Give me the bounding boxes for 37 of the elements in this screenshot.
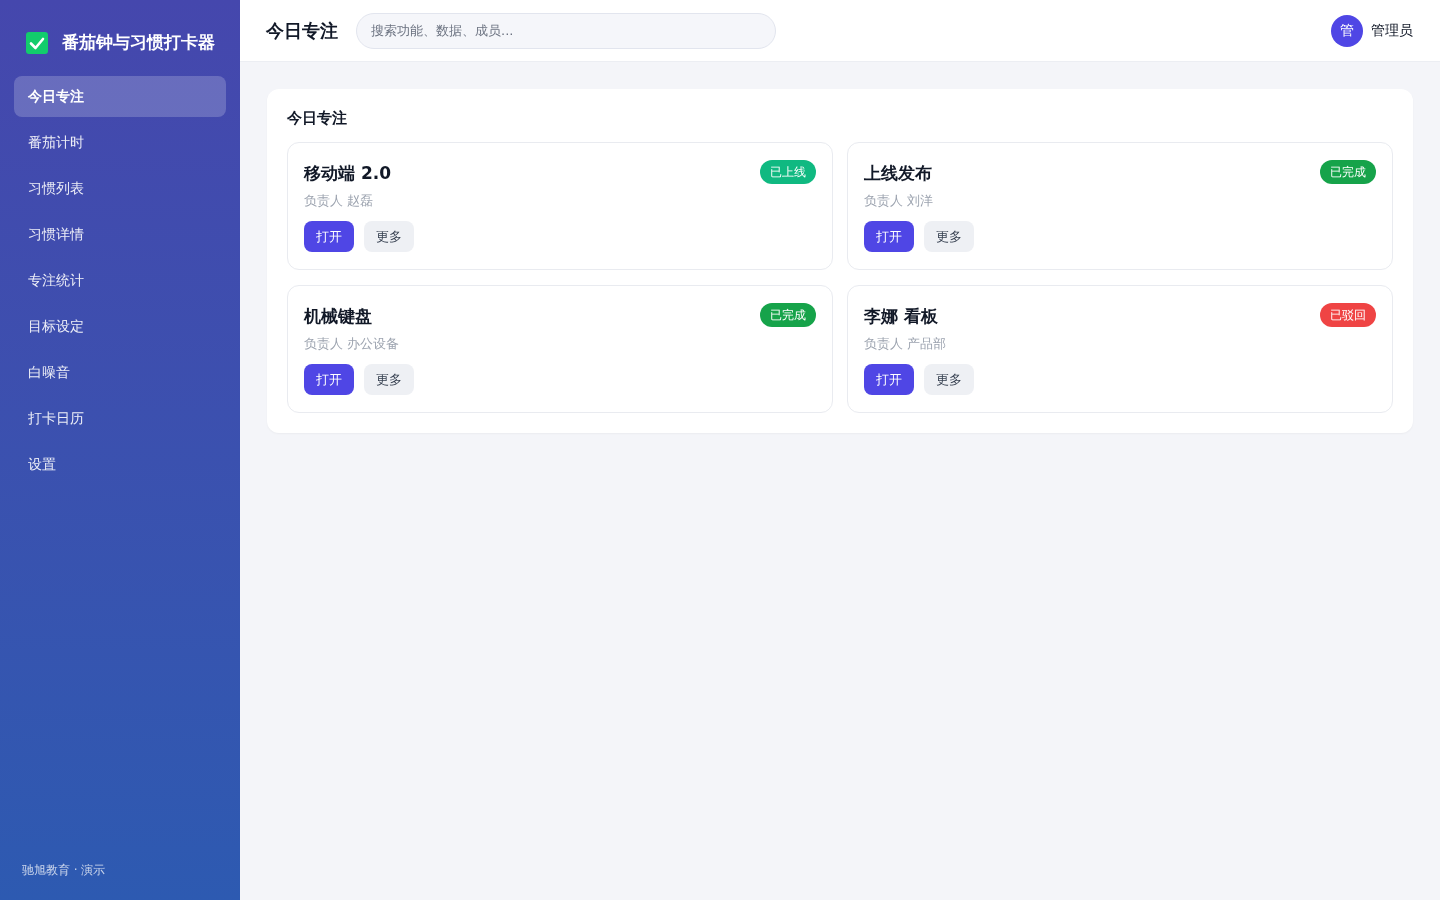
nav-item[interactable]: 打卡日历: [14, 397, 226, 439]
more-button[interactable]: 更多: [924, 221, 974, 252]
open-button[interactable]: 打开: [304, 364, 354, 395]
status-badge: 已完成: [760, 302, 816, 327]
owner-text: 负责人 赵磊: [304, 191, 374, 210]
owner-text: 负责人 刘洋: [864, 191, 934, 210]
nav-item[interactable]: 习惯列表: [14, 167, 226, 209]
status-badge: 已完成: [1320, 159, 1376, 184]
open-button[interactable]: 打开: [304, 221, 354, 252]
footer-text: 驰旭教育 · 演示: [21, 862, 106, 879]
page-title: 今日专注: [266, 19, 338, 43]
status-badge: 已上线: [760, 159, 816, 184]
card-title: 李娜 看板: [864, 304, 938, 328]
more-button[interactable]: 更多: [364, 364, 414, 395]
owner-text: 负责人 产品部: [864, 334, 947, 353]
app-title: 番茄钟与习惯打卡器: [62, 31, 215, 54]
panel-title: 今日专注: [287, 108, 348, 129]
nav-item[interactable]: 专注统计: [14, 259, 226, 301]
search-field[interactable]: 搜索功能、数据、成员...: [356, 12, 776, 49]
more-button[interactable]: 更多: [924, 364, 974, 395]
owner-text: 负责人 办公设备: [304, 334, 400, 353]
nav-item[interactable]: 番茄计时: [14, 121, 226, 163]
status-badge: 已驳回: [1320, 302, 1376, 327]
nav-item[interactable]: 设置: [14, 443, 226, 485]
nav-item[interactable]: 习惯详情: [14, 213, 226, 255]
more-button[interactable]: 更多: [364, 221, 414, 252]
card-title: 上线发布: [864, 161, 932, 185]
open-button[interactable]: 打开: [864, 364, 914, 395]
check-square-icon: [26, 31, 48, 54]
card-title: 机械键盘: [304, 304, 372, 328]
nav-item[interactable]: 今日专注: [14, 75, 226, 117]
open-button[interactable]: 打开: [864, 221, 914, 252]
avatar[interactable]: 管: [1331, 14, 1363, 47]
nav-item[interactable]: 白噪音: [14, 351, 226, 393]
nav-item[interactable]: 目标设定: [14, 305, 226, 347]
user-name: 管理员: [1371, 21, 1413, 40]
card-title: 移动端 2.0: [304, 161, 392, 185]
